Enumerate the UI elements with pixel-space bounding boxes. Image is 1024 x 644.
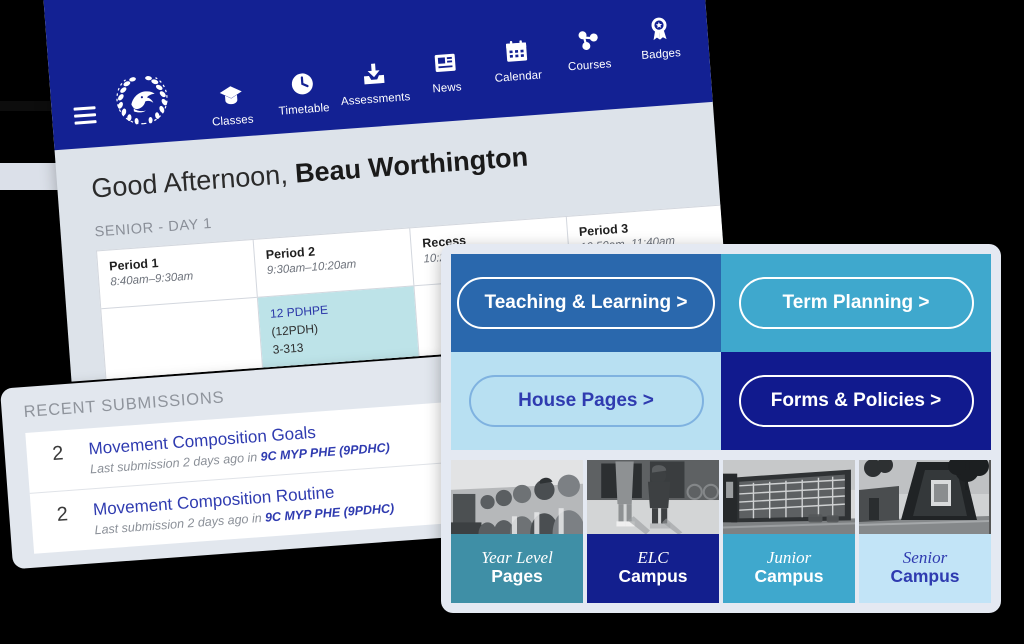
screenshot-stage: Classes Timetable Assessments News Calen… [0, 0, 1024, 644]
nav-item-badges[interactable]: Badges [622, 11, 697, 65]
quicklink-cell-teaching-learning[interactable]: Teaching & Learning > [451, 254, 721, 352]
nav-label: Calendar [494, 69, 543, 85]
nav-label: Assessments [340, 91, 411, 109]
timetable-body-cell[interactable] [101, 298, 263, 382]
campus-label-bottom: Campus [754, 566, 824, 587]
recent-submissions-card: RECENT SUBMISSIONS 2 Movement Compositio… [0, 355, 465, 570]
hamburger-icon[interactable] [73, 106, 97, 125]
campus-label-top: Year Level [481, 548, 553, 568]
senior-campus-building-photo [859, 460, 991, 534]
greeting-prefix: Good Afternoon, [90, 158, 297, 204]
campus-label-top: ELC [637, 548, 669, 568]
child-walking-photo [587, 460, 719, 534]
campus-label: Junior Campus [723, 534, 855, 603]
submission-count: 2 [51, 442, 65, 466]
newspaper-icon [429, 46, 461, 78]
nav-item-news[interactable]: News [408, 45, 483, 99]
clock-icon [286, 68, 318, 100]
award-ribbon-icon [643, 13, 675, 45]
campus-label-bottom: Campus [890, 566, 960, 587]
quicklinks-panel: Teaching & Learning > Term Planning > Ho… [441, 244, 1001, 613]
teaching-learning-button[interactable]: Teaching & Learning > [456, 277, 716, 329]
timetable-column[interactable]: Period 1 8:40am–9:30am [97, 239, 265, 382]
campus-label-bottom: Pages [491, 566, 543, 587]
campus-label-top: Senior [902, 548, 948, 568]
nav-label: News [432, 81, 463, 96]
nav-label: Badges [640, 47, 682, 63]
campus-tile-senior[interactable]: Senior Campus [859, 460, 991, 603]
quicklink-cell-house-pages[interactable]: House Pages > [451, 352, 721, 450]
network-nodes-icon [572, 24, 604, 56]
campus-tile-year-level-pages[interactable]: Year Level Pages [451, 460, 583, 603]
nav-label: Timetable [278, 102, 331, 118]
quicklink-cell-forms-policies[interactable]: Forms & Policies > [721, 352, 991, 450]
quicklink-cell-term-planning[interactable]: Term Planning > [721, 254, 991, 352]
nav-item-assessments[interactable]: Assessments [337, 56, 412, 110]
nav-item-classes[interactable]: Classes [194, 78, 269, 132]
inbox-download-icon [358, 58, 390, 90]
students-at-computers-photo [451, 460, 583, 534]
graduation-cap-icon [215, 79, 247, 111]
campus-label-top: Junior [766, 548, 812, 568]
user-name: Beau Worthington [293, 141, 530, 189]
forms-policies-button[interactable]: Forms & Policies > [738, 375, 974, 427]
campus-label: Year Level Pages [451, 534, 583, 603]
nav-item-courses[interactable]: Courses [551, 22, 626, 76]
junior-campus-building-photo [723, 460, 855, 534]
submission-count: 2 [56, 503, 69, 526]
campus-tile-junior[interactable]: Junior Campus [723, 460, 855, 603]
campus-label-bottom: Campus [618, 566, 688, 587]
quicklinks-grid: Teaching & Learning > Term Planning > Ho… [451, 254, 991, 450]
nav-label: Courses [567, 58, 612, 74]
school-crest-logo[interactable] [109, 66, 175, 132]
campus-tile-elc[interactable]: ELC Campus [587, 460, 719, 603]
campus-label: Senior Campus [859, 534, 991, 603]
campus-tiles-row: Year Level Pages ELC Campus Junior Campu… [451, 460, 991, 603]
nav-label: Classes [211, 113, 255, 129]
term-planning-button[interactable]: Term Planning > [738, 277, 974, 329]
nav-item-calendar[interactable]: Calendar [480, 34, 555, 88]
house-pages-button[interactable]: House Pages > [468, 375, 704, 427]
calendar-icon [500, 35, 532, 67]
nav-item-timetable[interactable]: Timetable [265, 66, 340, 120]
campus-label: ELC Campus [587, 534, 719, 603]
